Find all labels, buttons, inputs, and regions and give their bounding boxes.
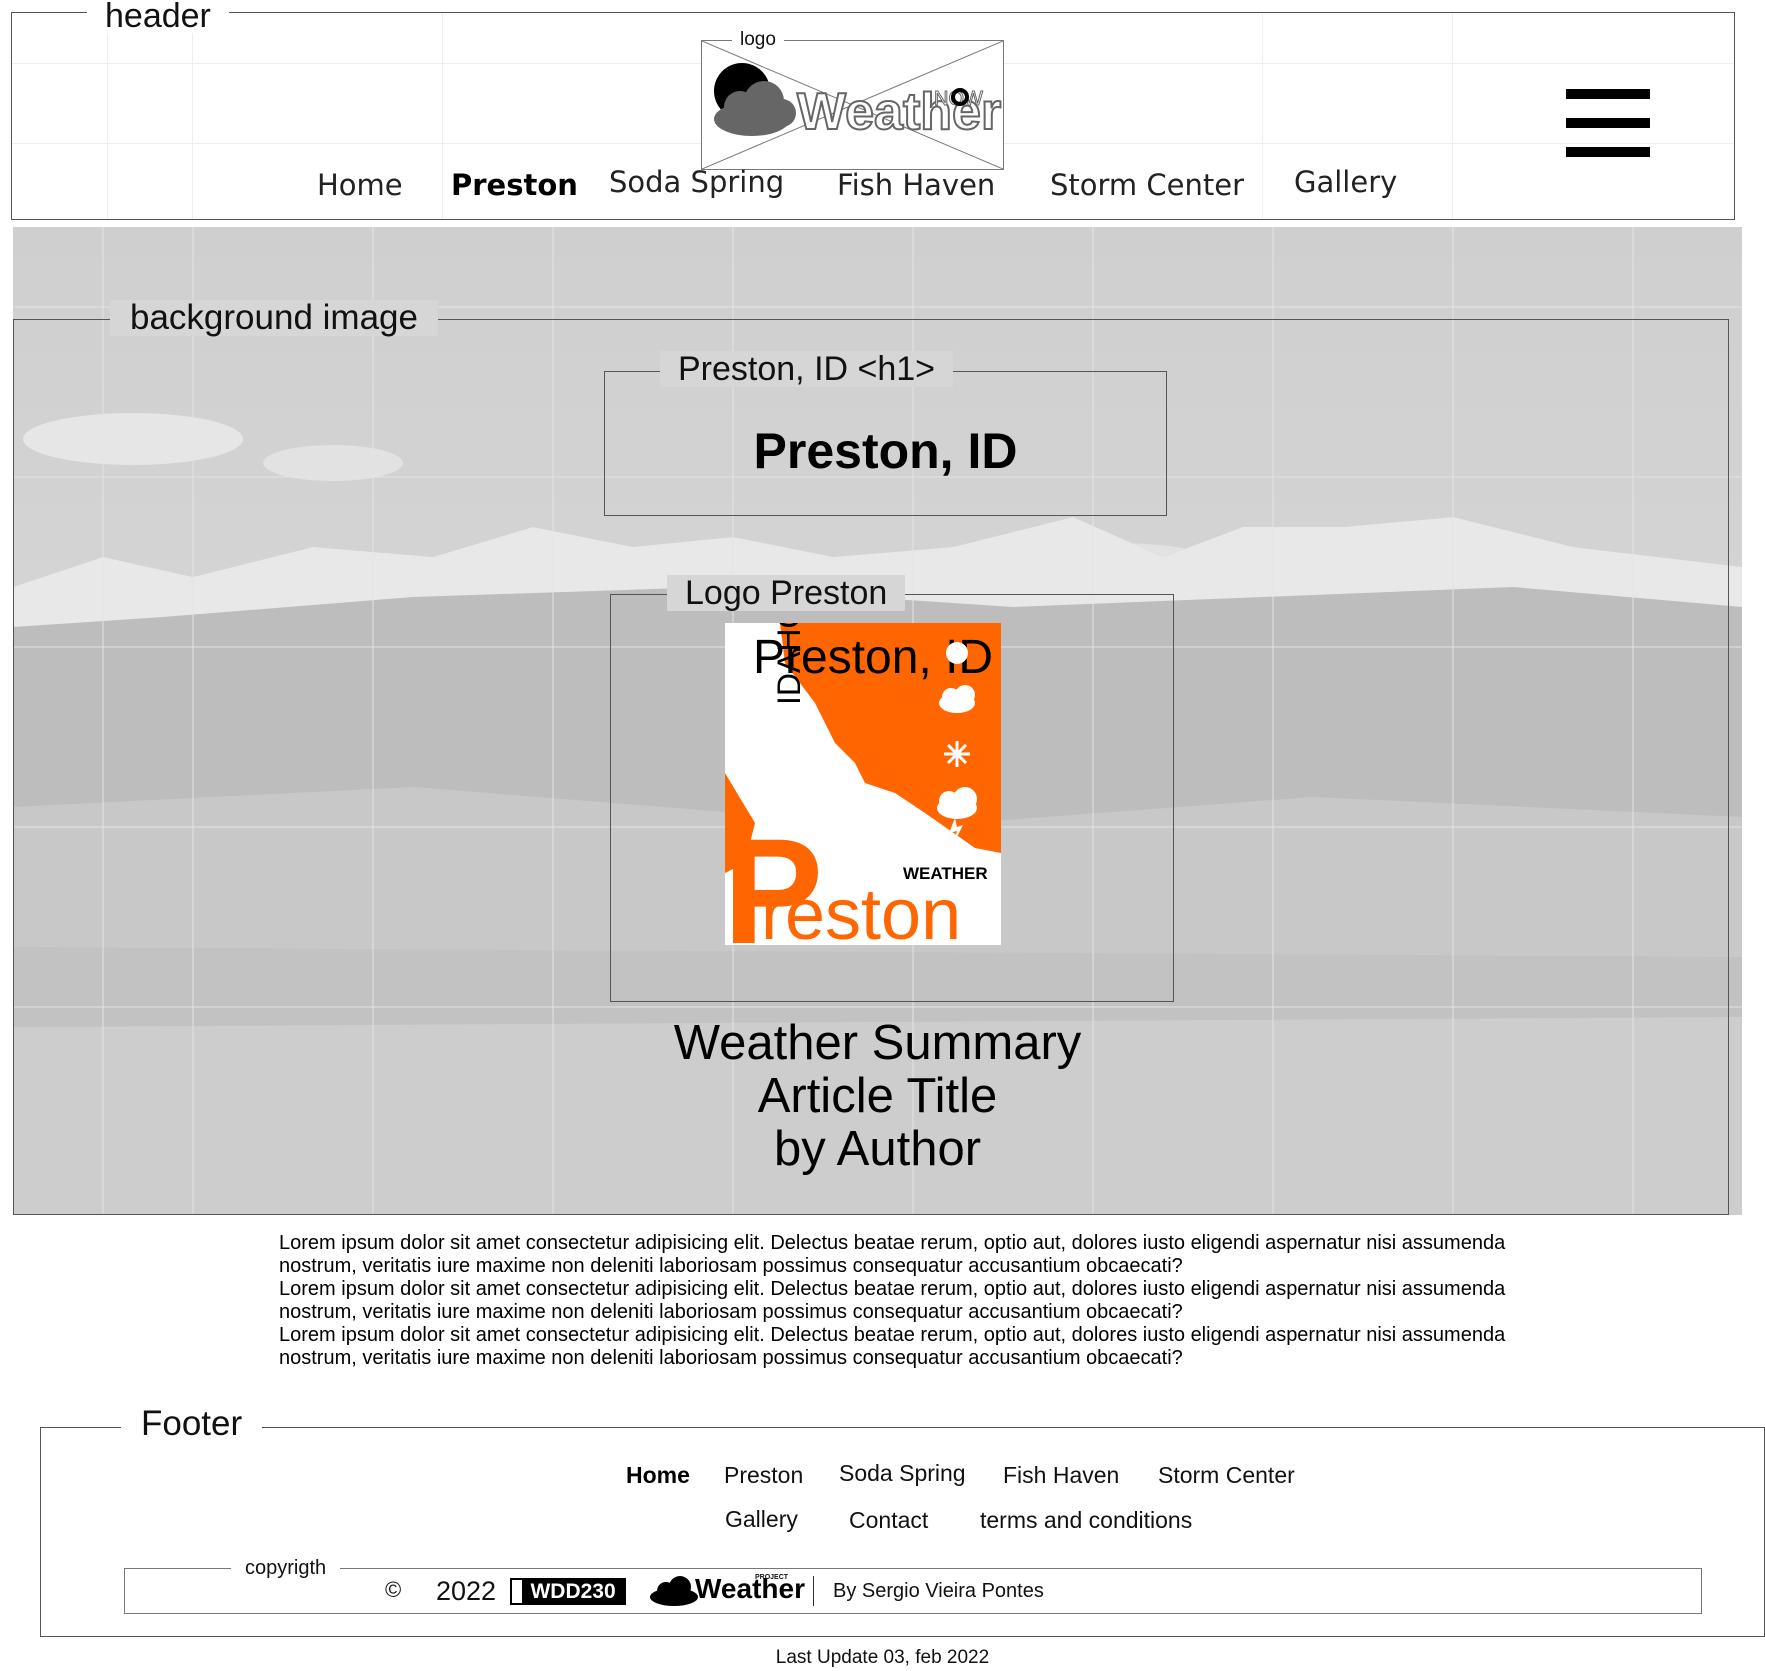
divider: [813, 1576, 814, 1606]
nav-home[interactable]: Home: [317, 168, 403, 202]
grid-line: [107, 13, 108, 219]
footer-nav-fish-haven[interactable]: Fish Haven: [1003, 1462, 1119, 1489]
last-update: Last Update 03, feb 2022: [775, 1647, 990, 1668]
cloud-icon: [650, 1576, 698, 1606]
copyright-symbol: ©: [385, 1577, 402, 1602]
header-region: header logo Weather NOW Home Preston Sod…: [11, 0, 1735, 220]
paragraph: Lorem ipsum dolor sit amet consectetur a…: [279, 1324, 1506, 1369]
h1-legend: Preston, ID <h1>: [660, 351, 954, 387]
page-title: Preston, ID: [753, 423, 1018, 479]
city-logo-legend: Logo Preston: [667, 575, 906, 611]
footer-nav-storm-center[interactable]: Storm Center: [1158, 1462, 1295, 1489]
grid-line: [1262, 13, 1263, 219]
background-image-legend: background image: [110, 300, 438, 336]
grid-line: [192, 13, 193, 219]
summary-title: Weather Summary: [673, 1016, 1082, 1070]
footer-nav-soda-spring[interactable]: Soda Spring: [839, 1460, 966, 1487]
footer-nav-gallery[interactable]: Gallery: [725, 1506, 798, 1533]
footer-brand: Weather: [695, 1573, 805, 1604]
sun-cloud-icon: [714, 63, 796, 136]
copyright-year: 2022: [436, 1576, 497, 1606]
article-body: Lorem ipsum dolor sit amet consectetur a…: [279, 1232, 1509, 1370]
grid-line: [442, 13, 443, 219]
footer-nav-preston[interactable]: Preston: [724, 1462, 803, 1489]
nav-fish-haven[interactable]: Fish Haven: [837, 168, 995, 202]
footer-brand-sup: PROJECT: [755, 1574, 789, 1581]
nav-soda-spring[interactable]: Soda Spring: [609, 165, 784, 199]
badge-notch: [512, 1580, 522, 1603]
paragraph: Lorem ipsum dolor sit amet consectetur a…: [279, 1278, 1506, 1323]
city-logo-frame: Logo Preston IDAHO Preston, ID WEATHER P…: [610, 575, 1174, 1002]
logo-placeholder-graphic: Weather NOW: [702, 41, 1003, 169]
site-logo[interactable]: logo Weather NOW: [701, 30, 1004, 170]
nav-gallery[interactable]: Gallery: [1294, 165, 1397, 199]
logo-name: reston: [761, 875, 961, 945]
hamburger-menu-icon[interactable]: [1566, 89, 1650, 157]
footer-legend: Footer: [121, 1406, 263, 1442]
grid-line: [1452, 13, 1453, 219]
paragraph: Lorem ipsum dolor sit amet consectetur a…: [279, 1232, 1506, 1277]
hero-section: background image Preston, ID <h1> Presto…: [13, 227, 1742, 1215]
header-legend: header: [87, 0, 229, 33]
copyright-legend: copyrigth: [231, 1557, 341, 1579]
article-author: by Author: [773, 1122, 982, 1176]
copyright-bar: copyrigth © 2022 WDD230 Weather PROJECT …: [124, 1557, 1702, 1614]
footer-nav-terms[interactable]: terms and conditions: [980, 1507, 1192, 1534]
nav-storm-center[interactable]: Storm Center: [1050, 168, 1244, 202]
article-title: Article Title: [757, 1069, 998, 1123]
footer-region: Footer Home Preston Soda Spring Fish Hav…: [40, 1406, 1765, 1637]
badge-text: WDD230: [530, 1580, 616, 1603]
preston-logo: IDAHO Preston, ID WEATHER P reston: [725, 623, 1001, 945]
footer-nav-contact[interactable]: Contact: [849, 1507, 928, 1534]
footer-nav-home[interactable]: Home: [626, 1462, 690, 1489]
wdd230-badge: WDD230: [510, 1578, 626, 1605]
footer-author: By Sergio Vieira Pontes: [833, 1580, 1044, 1602]
article-summary: Weather Summary Article Title by Author: [13, 1017, 1742, 1176]
nav-preston[interactable]: Preston: [451, 168, 578, 202]
h1-frame: Preston, ID <h1> Preston, ID: [604, 351, 1167, 516]
